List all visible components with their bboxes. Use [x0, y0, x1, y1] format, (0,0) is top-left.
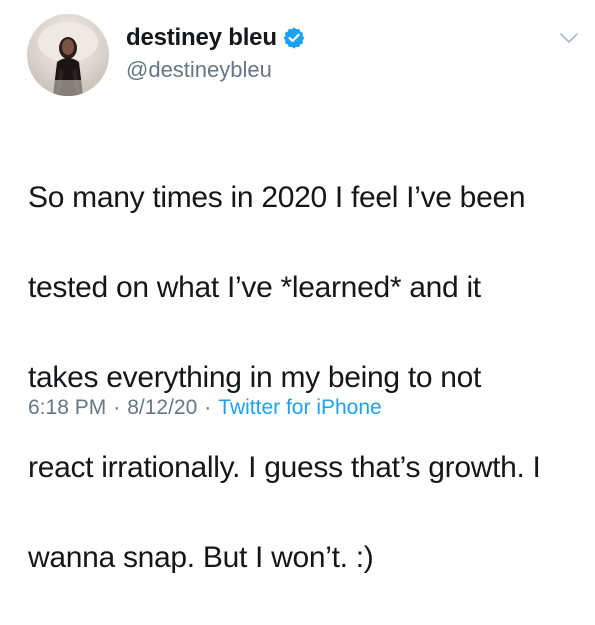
avatar[interactable]	[27, 14, 109, 96]
avatar-photo	[27, 22, 109, 96]
meta-separator: ·	[113, 396, 121, 419]
tweet-source-link[interactable]: Twitter for iPhone	[218, 396, 381, 420]
user-handle[interactable]: @destineybleu	[126, 57, 272, 83]
tweet-text-line: react irrationally. I guess that’s growt…	[28, 451, 541, 484]
tweet-date[interactable]: 8/12/20	[127, 396, 197, 420]
tweet-meta: 6:18 PM · 8/12/20 · Twitter for iPhone	[28, 396, 382, 420]
tweet-card: destiney bleu @destineybleu So many time…	[0, 0, 595, 574]
tweet-text-line: takes everything in my being to not	[28, 361, 482, 394]
display-name[interactable]: destiney bleu	[126, 24, 277, 52]
meta-separator: ·	[204, 396, 212, 419]
verified-badge-icon	[283, 27, 305, 49]
chevron-down-icon[interactable]	[558, 30, 580, 46]
display-name-row: destiney bleu	[126, 24, 305, 52]
tweet-time[interactable]: 6:18 PM	[28, 396, 106, 420]
tweet-text-line: tested on what I’ve *learned* and it	[28, 271, 481, 304]
tweet-text-line: wanna snap. But I won’t. :)	[28, 541, 374, 574]
tweet-text-line: So many times in 2020 I feel I’ve been	[28, 181, 526, 214]
tweet-text: So many times in 2020 I feel I’ve been t…	[28, 130, 578, 625]
